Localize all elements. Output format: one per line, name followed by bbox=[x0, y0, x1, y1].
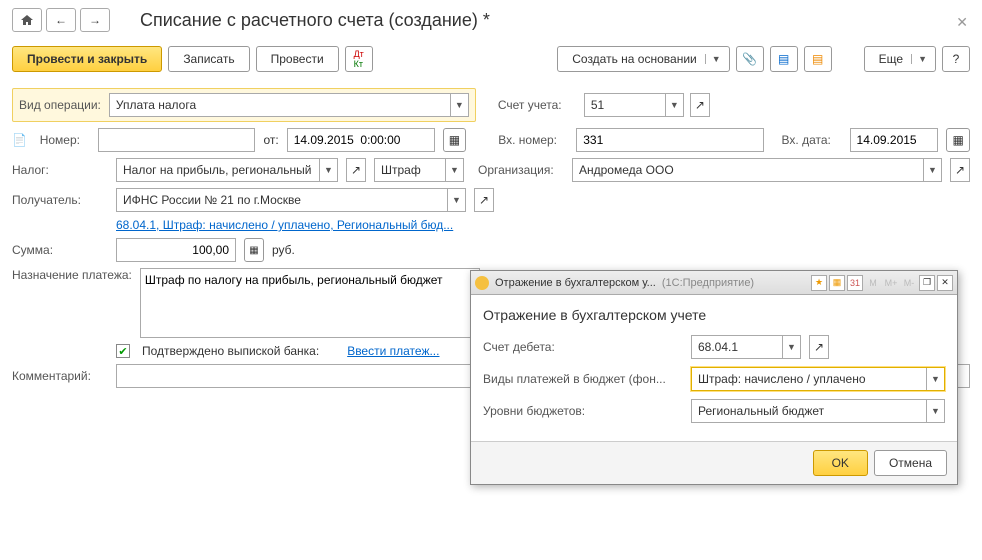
attach-icon: 📎 bbox=[742, 52, 757, 66]
tax-value: Налог на прибыль, региональный bbox=[117, 159, 317, 181]
tax-open[interactable]: ↗ bbox=[346, 158, 366, 182]
account-label: Счет учета: bbox=[498, 98, 578, 112]
help-icon: ? bbox=[953, 52, 960, 66]
print-icon: ▤ bbox=[778, 52, 789, 66]
dialog-heading: Отражение в бухгалтерском учете bbox=[483, 307, 945, 323]
org-value: Андромеда ООО bbox=[573, 159, 680, 181]
dtkt-icon: ДтКт bbox=[354, 49, 364, 69]
dialog-fav-icon[interactable]: ★ bbox=[811, 275, 827, 291]
chevron-down-icon[interactable]: ▼ bbox=[705, 54, 727, 64]
taxkind-dropdown[interactable]: ▼ bbox=[445, 159, 463, 181]
budget-dropdown[interactable]: ▼ bbox=[926, 400, 944, 422]
calendar-icon: ▦ bbox=[952, 133, 963, 147]
print-button[interactable]: ▤ bbox=[770, 46, 798, 72]
calc-button[interactable]: ▦ bbox=[244, 238, 264, 262]
dialog-m2: M+ bbox=[883, 275, 899, 291]
forward-button[interactable]: → bbox=[80, 8, 110, 32]
recipient-open[interactable]: ↗ bbox=[474, 188, 494, 212]
calendar-icon: ▦ bbox=[449, 133, 460, 147]
calendar-button-2[interactable]: ▦ bbox=[946, 128, 970, 152]
extnum-input[interactable] bbox=[581, 132, 758, 148]
dialog-calc-icon[interactable]: ▦ bbox=[829, 275, 845, 291]
tax-label: Налог: bbox=[12, 163, 108, 177]
optype-dropdown[interactable]: ▼ bbox=[450, 94, 468, 116]
dialog-app-name: (1С:Предприятие) bbox=[662, 277, 754, 289]
sum-input[interactable] bbox=[121, 242, 231, 258]
tax-dropdown[interactable]: ▼ bbox=[319, 159, 337, 181]
date-input[interactable] bbox=[292, 132, 430, 148]
calendar-button[interactable]: ▦ bbox=[443, 128, 467, 152]
accounting-link[interactable]: 68.04.1, Штраф: начислено / уплачено, Ре… bbox=[116, 218, 453, 232]
extdate-input[interactable] bbox=[855, 132, 934, 148]
dialog-restore[interactable]: ❐ bbox=[919, 275, 935, 291]
extdate-label: Вх. дата: bbox=[782, 133, 842, 147]
new-doc-icon: 📄 bbox=[12, 133, 32, 147]
paykind-label: Виды платежей в бюджет (фон... bbox=[483, 372, 683, 386]
recipient-dropdown[interactable]: ▼ bbox=[447, 189, 465, 211]
confirmed-checkbox[interactable]: ✔ bbox=[116, 344, 130, 358]
cancel-button[interactable]: Отмена bbox=[874, 450, 947, 476]
budget-label: Уровни бюджетов: bbox=[483, 404, 683, 418]
post-button[interactable]: Провести bbox=[256, 46, 339, 72]
dialog-m3: M- bbox=[901, 275, 917, 291]
comment-label: Комментарий: bbox=[12, 369, 108, 383]
extnum-label: Вх. номер: bbox=[498, 133, 568, 147]
paykind-value: Штраф: начислено / уплачено bbox=[692, 368, 872, 390]
arrow-right-icon: → bbox=[89, 13, 101, 27]
paykind-dropdown[interactable]: ▼ bbox=[926, 368, 944, 390]
taxkind-value: Штраф bbox=[375, 159, 427, 181]
debit-open[interactable]: ↗ bbox=[809, 335, 829, 359]
attach-button[interactable]: 📎 bbox=[736, 46, 764, 72]
recipient-value: ИФНС России № 21 по г.Москве bbox=[117, 189, 307, 211]
optype-label: Вид операции: bbox=[19, 98, 101, 112]
number-input[interactable] bbox=[103, 132, 251, 148]
currency-label: руб. bbox=[272, 243, 295, 257]
enter-payment-link[interactable]: Ввести платеж... bbox=[347, 344, 439, 358]
account-dropdown[interactable]: ▼ bbox=[665, 94, 683, 116]
dialog-close[interactable]: ✕ bbox=[937, 275, 953, 291]
chevron-down-icon[interactable]: ▼ bbox=[911, 54, 933, 64]
debit-label: Счет дебета: bbox=[483, 340, 683, 354]
home-button[interactable] bbox=[12, 8, 42, 32]
number-label: Номер: bbox=[40, 133, 90, 147]
from-label: от: bbox=[263, 133, 278, 147]
dtkt-button[interactable]: ДтКт bbox=[345, 46, 373, 72]
close-icon[interactable]: ✕ bbox=[956, 14, 968, 31]
purpose-label: Назначение платежа: bbox=[12, 268, 132, 282]
dialog-m1: M bbox=[865, 275, 881, 291]
recipient-label: Получатель: bbox=[12, 193, 108, 207]
ok-button[interactable]: OK bbox=[813, 450, 868, 476]
dialog-win-title: Отражение в бухгалтерском у... bbox=[495, 277, 656, 289]
help-button[interactable]: ? bbox=[942, 46, 970, 72]
arrow-left-icon: ← bbox=[55, 13, 67, 27]
report-icon: ▤ bbox=[812, 52, 823, 66]
more-button[interactable]: Еще ▼ bbox=[864, 46, 936, 72]
debit-value: 68.04.1 bbox=[692, 336, 744, 358]
create-based-button[interactable]: Создать на основании ▼ bbox=[557, 46, 729, 72]
save-button[interactable]: Записать bbox=[168, 46, 249, 72]
accounting-dialog: Отражение в бухгалтерском у... (1С:Предп… bbox=[470, 270, 958, 485]
calc-icon: ▦ bbox=[249, 245, 258, 256]
org-label: Организация: bbox=[478, 163, 564, 177]
home-icon bbox=[20, 14, 34, 26]
account-open[interactable]: ↗ bbox=[690, 93, 710, 117]
back-button[interactable]: ← bbox=[46, 8, 76, 32]
org-open[interactable]: ↗ bbox=[950, 158, 970, 182]
sum-label: Сумма: bbox=[12, 243, 108, 257]
purpose-textarea[interactable] bbox=[140, 268, 480, 338]
org-dropdown[interactable]: ▼ bbox=[923, 159, 941, 181]
debit-dropdown[interactable]: ▼ bbox=[782, 336, 800, 358]
confirmed-label: Подтверждено выпиской банка: bbox=[142, 344, 319, 358]
page-title: Списание с расчетного счета (создание) * bbox=[140, 10, 490, 31]
app-icon bbox=[475, 276, 489, 290]
post-and-close-button[interactable]: Провести и закрыть bbox=[12, 46, 162, 72]
dialog-cal-icon[interactable]: 31 bbox=[847, 275, 863, 291]
account-value: 51 bbox=[585, 94, 610, 116]
optype-value: Уплата налога bbox=[110, 94, 202, 116]
report-button[interactable]: ▤ bbox=[804, 46, 832, 72]
budget-value: Региональный бюджет bbox=[692, 400, 830, 422]
